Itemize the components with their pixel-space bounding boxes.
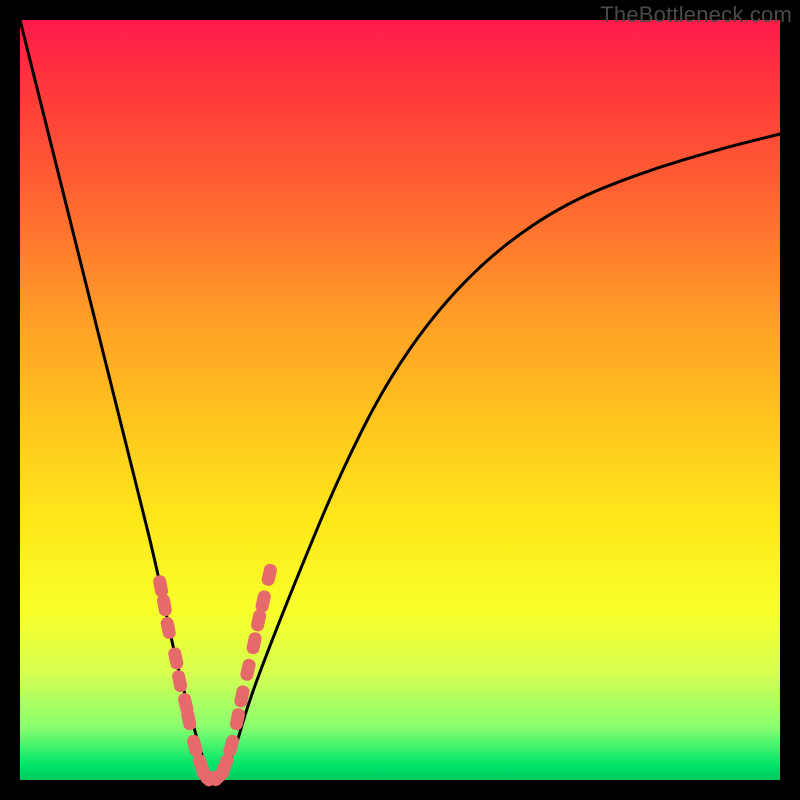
marker-pill <box>180 707 197 731</box>
marker-pill <box>156 593 173 617</box>
chart-frame: TheBottleneck.com <box>0 0 800 800</box>
marker-pill <box>245 631 262 655</box>
marker-pill <box>160 616 177 640</box>
marker-pill <box>171 669 188 693</box>
chart-svg <box>20 20 780 780</box>
curve-layer <box>20 20 780 780</box>
marker-pill <box>239 658 257 682</box>
marker-pill <box>167 646 184 670</box>
marker-pill <box>261 563 279 587</box>
marker-pill <box>254 589 272 613</box>
marker-pill <box>229 707 246 731</box>
plot-area <box>20 20 780 780</box>
watermark-text: TheBottleneck.com <box>600 2 792 28</box>
bottleneck-curve <box>20 20 780 780</box>
marker-pill <box>152 574 169 598</box>
